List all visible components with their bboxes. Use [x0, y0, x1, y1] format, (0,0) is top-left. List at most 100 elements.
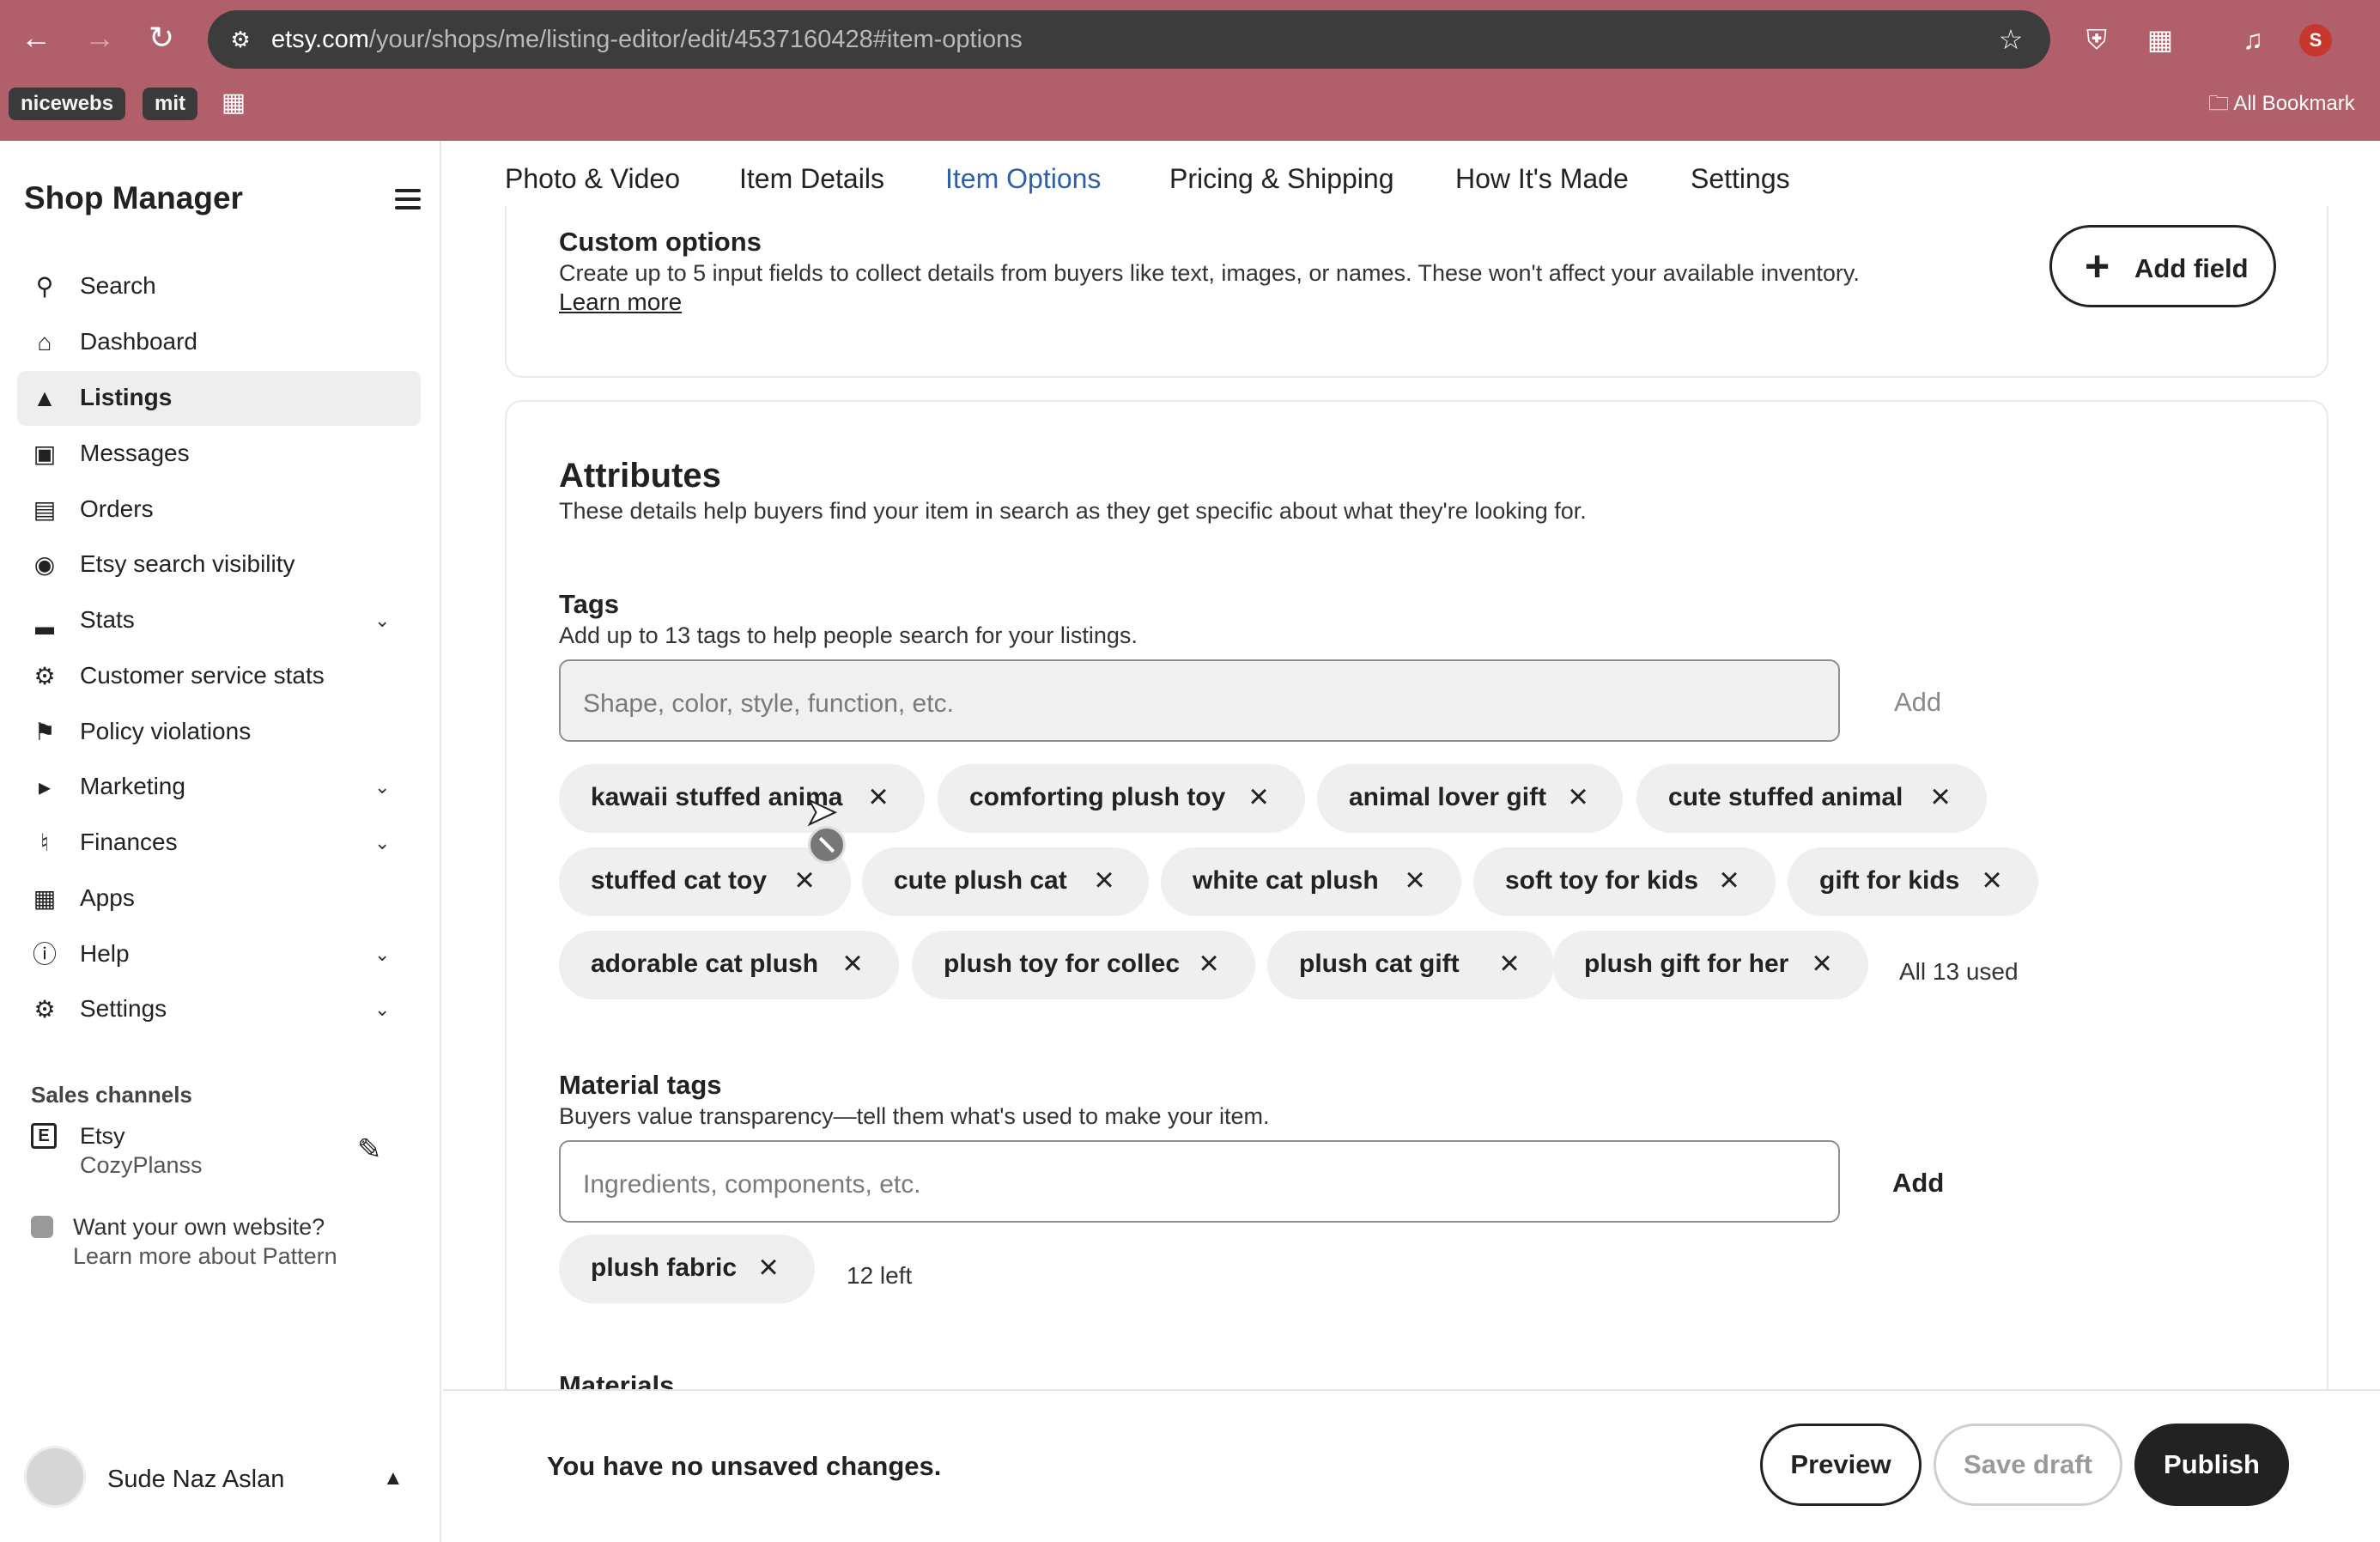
gear-icon: ⚙ [33, 996, 56, 1023]
site-settings-icon[interactable]: ⚙ [223, 22, 258, 57]
tag-chip: animal lover gift × [1317, 764, 1623, 833]
pattern-promo-title[interactable]: Want your own website? [73, 1214, 325, 1241]
edit-pencil-icon[interactable]: ✎ [357, 1135, 382, 1164]
tag-chip: cute stuffed animal × [1636, 764, 1987, 833]
remove-tag-icon[interactable]: × [1192, 946, 1226, 980]
remove-tag-icon[interactable]: × [1975, 863, 2009, 897]
forward-icon[interactable]: → [82, 21, 117, 55]
sidebar-item-search-visibility[interactable]: ◉ Etsy search visibility [17, 537, 421, 592]
learn-more-link[interactable]: Learn more [559, 288, 682, 316]
user-avatar[interactable] [24, 1446, 86, 1508]
sidebar-item-policy-violations[interactable]: ⚑ Policy violations [17, 705, 421, 760]
remove-tag-icon[interactable]: × [751, 1250, 786, 1284]
extensions-icon[interactable]: ▦ [2141, 22, 2179, 57]
sidebar-item-dashboard[interactable]: ⌂ Dashboard [17, 315, 421, 370]
sidebar-item-settings[interactable]: ⚙ Settings ⌄ [17, 982, 421, 1037]
address-bar[interactable]: ⚙ etsy.com/your/shops/me/listing-editor/… [208, 10, 2050, 69]
sidebar-item-marketing[interactable]: ▸ Marketing ⌄ [17, 760, 421, 815]
chevron-down-icon: ⌄ [374, 610, 391, 631]
caret-up-icon[interactable]: ▲ [383, 1466, 404, 1490]
preview-button[interactable]: Preview [1760, 1424, 1922, 1506]
tag-chip: soft toy for kids × [1473, 847, 1776, 916]
bar-chart-icon: ▂ [35, 607, 54, 634]
browser-chrome: ← → ↻ ⚙ etsy.com/your/shops/me/listing-e… [0, 0, 2380, 141]
sidebar-item-stats[interactable]: ▂ Stats ⌄ [17, 593, 421, 648]
sidebar-item-help[interactable]: ⓘ Help ⌄ [17, 927, 421, 982]
megaphone-icon: ▸ [38, 774, 52, 800]
remove-tag-icon[interactable]: × [787, 863, 822, 897]
listings-icon: ▲ [33, 385, 57, 411]
shop-manager-title: Shop Manager [24, 180, 243, 216]
custom-options-card [505, 206, 2328, 378]
bookmark-star-icon[interactable]: ☆ [1994, 22, 2028, 57]
plus-icon: + [2085, 242, 2110, 290]
bookmark-nicewebs[interactable]: nicewebs [9, 88, 126, 120]
tag-chip: kawaii stuffed anima × [559, 764, 925, 833]
back-icon[interactable]: ← [19, 21, 53, 55]
remove-tag-icon[interactable]: × [861, 780, 896, 814]
tab-item-details[interactable]: Item Details [739, 163, 884, 195]
sidebar-item-search[interactable]: ⚲ Search [17, 259, 421, 314]
chevron-down-icon: ⌄ [374, 832, 391, 853]
tags-input[interactable]: Shape, color, style, function, etc. [559, 659, 1840, 742]
tag-chip: plush gift for her × [1552, 931, 1868, 999]
custom-options-title: Custom options [559, 227, 762, 257]
shield-extension-icon[interactable]: ⛨ [2078, 22, 2116, 57]
publish-button[interactable]: Publish [2134, 1424, 2289, 1506]
remove-tag-icon[interactable]: × [1492, 946, 1527, 980]
save-draft-button[interactable]: Save draft [1934, 1424, 2122, 1506]
chevron-down-icon: ⌄ [374, 776, 391, 798]
reload-icon[interactable]: ↻ [144, 21, 179, 55]
sidebar-item-orders[interactable]: ▤ Orders [17, 483, 421, 537]
remove-tag-icon[interactable]: × [1923, 780, 1958, 814]
tab-how-its-made[interactable]: How It's Made [1455, 163, 1629, 195]
material-tag-chip: plush fabric × [559, 1235, 815, 1303]
all-bookmarks[interactable]: 🗀 All Bookmark [2208, 88, 2355, 120]
etsy-logo-icon: E [31, 1123, 57, 1149]
binoculars-icon: ◉ [33, 551, 56, 578]
sidebar-item-customer-service-stats[interactable]: ⚙ Customer service stats [17, 649, 421, 704]
attributes-description: These details help buyers find your item… [559, 498, 1587, 524]
not-allowed-icon [808, 826, 846, 864]
channel-shop-name[interactable]: CozyPlanss [80, 1152, 203, 1179]
add-field-button[interactable]: + Add field [2049, 225, 2276, 307]
user-name[interactable]: Sude Naz Aslan [107, 1466, 284, 1494]
tab-photo-video[interactable]: Photo & Video [505, 163, 680, 195]
sidebar-item-finances[interactable]: ♮ Finances ⌄ [17, 816, 421, 871]
tab-pricing-shipping[interactable]: Pricing & Shipping [1169, 163, 1393, 195]
folder-icon: 🗀 [2208, 92, 2229, 115]
flag-icon: ⚑ [33, 719, 56, 745]
remove-tag-icon[interactable]: × [1805, 946, 1839, 980]
search-icon: ⚲ [35, 273, 54, 300]
remove-tag-icon[interactable]: × [1242, 780, 1276, 814]
material-tags-count-text: 12 left [847, 1262, 913, 1289]
attributes-title: Attributes [559, 457, 721, 495]
remove-tag-icon[interactable]: × [1712, 863, 1746, 897]
tab-settings[interactable]: Settings [1691, 163, 1790, 195]
remove-tag-icon[interactable]: × [1398, 863, 1432, 897]
material-tags-add-button[interactable]: Add [1892, 1168, 1944, 1199]
tab-item-options[interactable]: Item Options [945, 163, 1101, 195]
grid-icon: ▦ [33, 885, 57, 912]
home-icon: ⌂ [37, 329, 52, 355]
url-text: etsy.com/your/shops/me/listing-editor/ed… [271, 26, 1023, 53]
tags-add-button[interactable]: Add [1894, 687, 1941, 718]
editor-footer-bar: You have no unsaved changes. Preview Sav… [443, 1389, 2380, 1542]
media-control-icon[interactable]: ♫ [2234, 22, 2272, 57]
sidebar-item-listings[interactable]: ▲ Listings [17, 371, 421, 426]
sidebar-item-apps[interactable]: ▦ Apps [17, 871, 421, 926]
pattern-promo-link[interactable]: Learn more about Pattern [73, 1243, 337, 1270]
bookmark-mit[interactable]: mit [143, 88, 197, 120]
remove-tag-icon[interactable]: × [1561, 780, 1595, 814]
orders-icon: ▤ [33, 496, 57, 523]
material-tags-input[interactable]: Ingredients, components, etc. [559, 1140, 1840, 1223]
tag-chip: cute plush cat × [862, 847, 1149, 916]
channel-name[interactable]: Etsy [80, 1123, 125, 1150]
remove-tag-icon[interactable]: × [1087, 863, 1121, 897]
hamburger-menu-icon[interactable] [395, 189, 421, 209]
sidebar: Shop Manager ⚲ Search ⌂ Dashboard ▲ List… [0, 141, 441, 1542]
profile-avatar[interactable]: S [2299, 24, 2332, 57]
apps-grid-icon[interactable]: ▦ [216, 86, 251, 120]
remove-tag-icon[interactable]: × [835, 946, 870, 980]
sidebar-item-messages[interactable]: ▣ Messages [17, 427, 421, 482]
